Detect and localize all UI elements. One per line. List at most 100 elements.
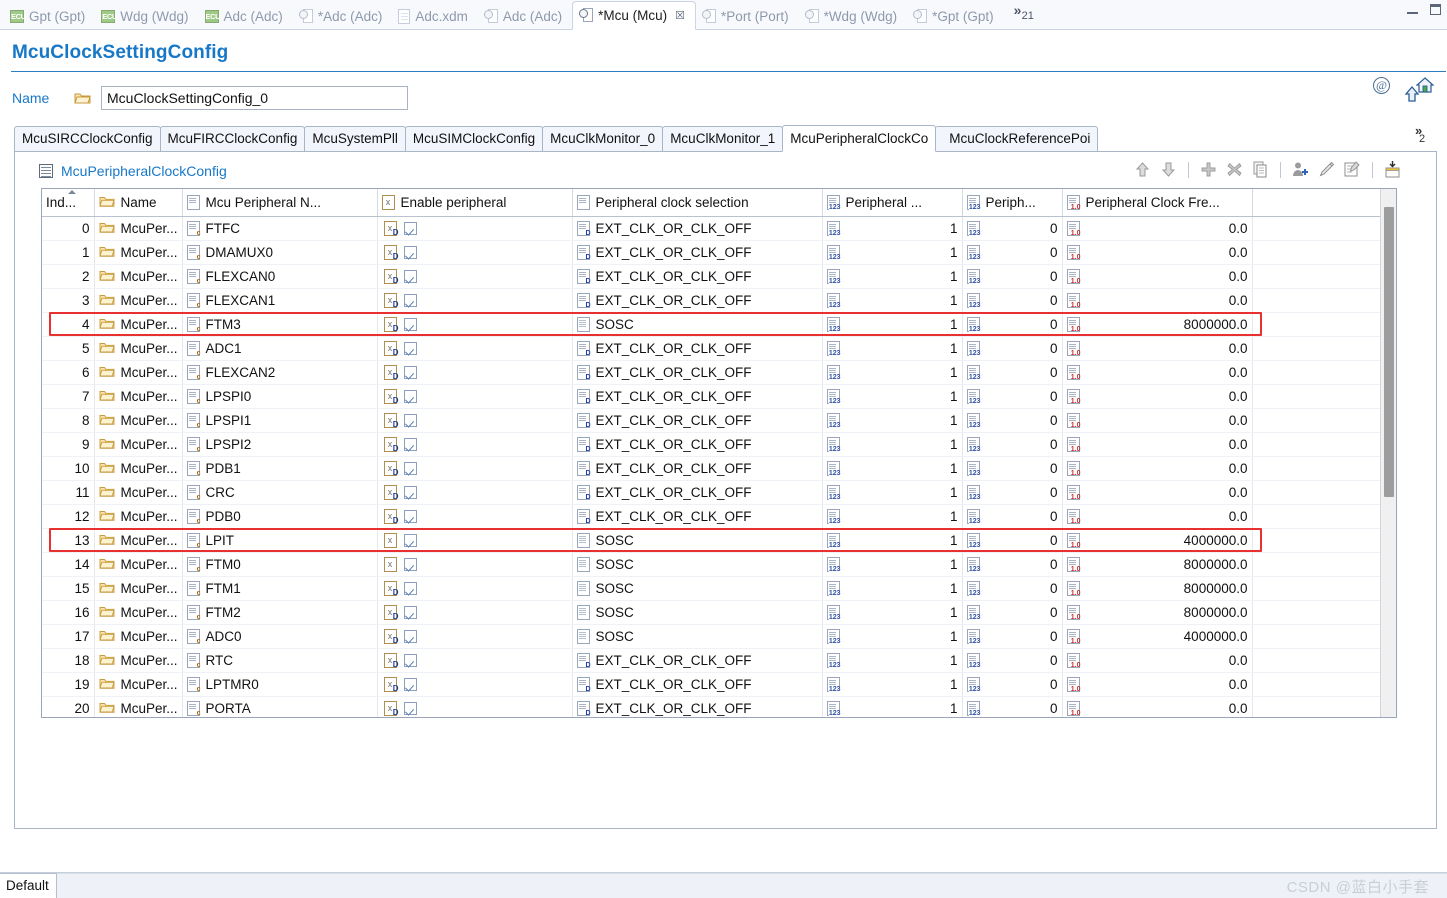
cell-div1[interactable]: 123 1 bbox=[822, 552, 963, 577]
table-row[interactable]: 19 McuPer... c LPTMR0 x D D EXT_CLK_OR_CLK_OFF 1… bbox=[42, 672, 1381, 697]
cell-enable-peripheral[interactable]: xD bbox=[377, 432, 573, 457]
editor-tab-overflow-button[interactable]: » 21 bbox=[1012, 2, 1042, 25]
cell-enable-peripheral[interactable]: xD bbox=[377, 696, 573, 717]
close-icon[interactable]: ☒ bbox=[675, 9, 685, 22]
cell-mcu-peripheral-name[interactable]: c FTM1 bbox=[182, 576, 378, 601]
cell-clock-selection[interactable]: D EXT_CLK_OR_CLK_OFF bbox=[572, 504, 823, 529]
cell-div1[interactable]: 123 1 bbox=[822, 528, 963, 553]
enable-checkbox[interactable] bbox=[403, 293, 417, 307]
cell-div1[interactable]: 123 1 bbox=[822, 312, 963, 337]
scrollbar-thumb[interactable] bbox=[1384, 207, 1394, 497]
move-down-icon[interactable] bbox=[1159, 160, 1178, 179]
cell-div2[interactable]: 123 0 bbox=[962, 336, 1063, 361]
cell-mcu-peripheral-name[interactable]: c PORTA bbox=[182, 696, 378, 717]
edit-note-icon[interactable] bbox=[1343, 160, 1362, 179]
cell-name[interactable]: McuPer... bbox=[94, 360, 183, 385]
cell-mcu-peripheral-name[interactable]: c CRC bbox=[182, 480, 378, 505]
editor-tab-mcu-mcu[interactable]: *Mcu (Mcu) ☒ bbox=[572, 1, 697, 30]
cell-div2[interactable]: 123 0 bbox=[962, 576, 1063, 601]
cell-clock-selection[interactable]: D EXT_CLK_OR_CLK_OFF bbox=[572, 408, 823, 433]
enable-checkbox[interactable] bbox=[403, 677, 417, 691]
bottom-tab-default[interactable]: Default bbox=[0, 873, 57, 898]
cell-enable-peripheral[interactable]: xD bbox=[377, 336, 573, 361]
table-row[interactable]: 15 McuPer... c FTM1 x D SOSC 123 1 123 0 1.0 8000000… bbox=[42, 576, 1381, 601]
cell-clock-frequency[interactable]: 1.0 0.0 bbox=[1062, 264, 1253, 289]
table-row[interactable]: 10 McuPer... c PDB1 x D D EXT_CLK_OR_CLK_OFF 123… bbox=[42, 456, 1381, 481]
cell-div1[interactable]: 123 1 bbox=[822, 240, 963, 265]
enable-checkbox[interactable] bbox=[403, 605, 417, 619]
editor-tab-port-port[interactable]: *Port (Port) bbox=[696, 3, 799, 29]
cell-name[interactable]: McuPer... bbox=[94, 264, 183, 289]
cell-clock-frequency[interactable]: 1.0 0.0 bbox=[1062, 216, 1253, 241]
cell-clock-selection[interactable]: SOSC bbox=[572, 576, 823, 601]
cell-mcu-peripheral-name[interactable]: c ADC1 bbox=[182, 336, 378, 361]
cell-clock-frequency[interactable]: 1.0 8000000.0 bbox=[1062, 600, 1253, 625]
col-header-clock-selection[interactable]: Peripheral clock selection bbox=[572, 189, 823, 217]
col-header-mcu-peripheral-name[interactable]: Mcu Peripheral N... bbox=[182, 189, 378, 217]
cell-div1[interactable]: 123 1 bbox=[822, 264, 963, 289]
editor-tab-wdg-wdg[interactable]: ECU Wdg (Wdg) bbox=[95, 3, 198, 29]
cell-name[interactable]: McuPer... bbox=[94, 288, 183, 313]
cell-clock-selection[interactable]: D EXT_CLK_OR_CLK_OFF bbox=[572, 456, 823, 481]
table-row[interactable]: 14 McuPer... c FTM0 x SOSC 123 1 123 0 1.0 8000000.… bbox=[42, 552, 1381, 577]
cell-div2[interactable]: 123 0 bbox=[962, 360, 1063, 385]
cell-clock-frequency[interactable]: 1.0 0.0 bbox=[1062, 240, 1253, 265]
table-row[interactable]: 0 McuPer... c FTFC x D D EXT_CLK_OR_CLK_OFF 123 1… bbox=[42, 216, 1381, 241]
move-up-icon[interactable] bbox=[1133, 160, 1152, 179]
cell-mcu-peripheral-name[interactable]: c DMAMUX0 bbox=[182, 240, 378, 265]
cell-name[interactable]: McuPer... bbox=[94, 312, 183, 337]
import-table-icon[interactable] bbox=[1383, 160, 1402, 179]
table-row[interactable]: 11 McuPer... c CRC x D D EXT_CLK_OR_CLK_OFF 123 1… bbox=[42, 480, 1381, 505]
col-header-peripheral-div1[interactable]: 123 Peripheral ... bbox=[822, 189, 963, 217]
enable-checkbox[interactable] bbox=[403, 317, 417, 331]
cell-enable-peripheral[interactable]: x bbox=[377, 528, 573, 553]
peripheral-clock-table[interactable]: Ind... Name Mcu Peripheral N... x Enable… bbox=[41, 188, 1397, 718]
table-row[interactable]: 20 McuPer... c PORTA x D D EXT_CLK_OR_CLK_OFF 12… bbox=[42, 696, 1381, 717]
cell-enable-peripheral[interactable]: xD bbox=[377, 240, 573, 265]
cell-name[interactable]: McuPer... bbox=[94, 216, 183, 241]
enable-checkbox[interactable] bbox=[403, 245, 417, 259]
cell-div1[interactable]: 123 1 bbox=[822, 576, 963, 601]
enable-checkbox[interactable] bbox=[403, 557, 417, 571]
cell-clock-frequency[interactable]: 1.0 8000000.0 bbox=[1062, 552, 1253, 577]
inner-tab-mcuclkmonitor_0[interactable]: McuClkMonitor_0 bbox=[542, 126, 664, 151]
cell-div1[interactable]: 123 1 bbox=[822, 696, 963, 717]
cell-name[interactable]: McuPer... bbox=[94, 456, 183, 481]
cell-div2[interactable]: 123 0 bbox=[962, 432, 1063, 457]
cell-clock-frequency[interactable]: 1.0 0.0 bbox=[1062, 360, 1253, 385]
inner-tab-mcusystempll[interactable]: McuSystemPll bbox=[304, 126, 406, 151]
cell-name[interactable]: McuPer... bbox=[94, 576, 183, 601]
cell-clock-frequency[interactable]: 1.0 0.0 bbox=[1062, 672, 1253, 697]
cell-clock-selection[interactable]: D EXT_CLK_OR_CLK_OFF bbox=[572, 432, 823, 457]
copy-icon[interactable] bbox=[1251, 160, 1270, 179]
cell-name[interactable]: McuPer... bbox=[94, 600, 183, 625]
cell-div2[interactable]: 123 0 bbox=[962, 480, 1063, 505]
cell-enable-peripheral[interactable]: xD bbox=[377, 216, 573, 241]
cell-div2[interactable]: 123 0 bbox=[962, 456, 1063, 481]
cell-clock-selection[interactable]: SOSC bbox=[572, 600, 823, 625]
cell-clock-frequency[interactable]: 1.0 0.0 bbox=[1062, 480, 1253, 505]
name-input[interactable] bbox=[101, 86, 408, 110]
cell-mcu-peripheral-name[interactable]: c ADC0 bbox=[182, 624, 378, 649]
editor-tab-gpt-gpt[interactable]: *Gpt (Gpt) bbox=[907, 3, 1004, 29]
cell-enable-peripheral[interactable]: xD bbox=[377, 384, 573, 409]
cell-clock-frequency[interactable]: 1.0 0.0 bbox=[1062, 696, 1253, 717]
table-row[interactable]: 5 McuPer... c ADC1 x D D EXT_CLK_OR_CLK_OFF 123 1… bbox=[42, 336, 1381, 361]
enable-checkbox[interactable] bbox=[403, 461, 417, 475]
cell-clock-selection[interactable]: D EXT_CLK_OR_CLK_OFF bbox=[572, 288, 823, 313]
table-row[interactable]: 3 McuPer... c FLEXCAN1 x D D EXT_CLK_OR_CLK_OFF… bbox=[42, 288, 1381, 313]
editor-tab-adc-xdm[interactable]: Adc.xdm bbox=[392, 3, 478, 29]
cell-enable-peripheral[interactable]: x bbox=[377, 552, 573, 577]
enable-checkbox[interactable] bbox=[403, 413, 417, 427]
cell-clock-selection[interactable]: D EXT_CLK_OR_CLK_OFF bbox=[572, 264, 823, 289]
cell-enable-peripheral[interactable]: xD bbox=[377, 624, 573, 649]
editor-tab-adc-adc[interactable]: ECU Adc (Adc) bbox=[199, 3, 293, 29]
cell-div2[interactable]: 123 0 bbox=[962, 216, 1063, 241]
cell-name[interactable]: McuPer... bbox=[94, 480, 183, 505]
inner-tab-overflow-button[interactable]: » 2 bbox=[1411, 123, 1437, 150]
cell-enable-peripheral[interactable]: xD bbox=[377, 480, 573, 505]
cell-enable-peripheral[interactable]: xD bbox=[377, 456, 573, 481]
cell-div2[interactable]: 123 0 bbox=[962, 648, 1063, 673]
table-row[interactable]: 6 McuPer... c FLEXCAN2 x D D EXT_CLK_OR_CLK_OFF… bbox=[42, 360, 1381, 385]
cell-div2[interactable]: 123 0 bbox=[962, 408, 1063, 433]
